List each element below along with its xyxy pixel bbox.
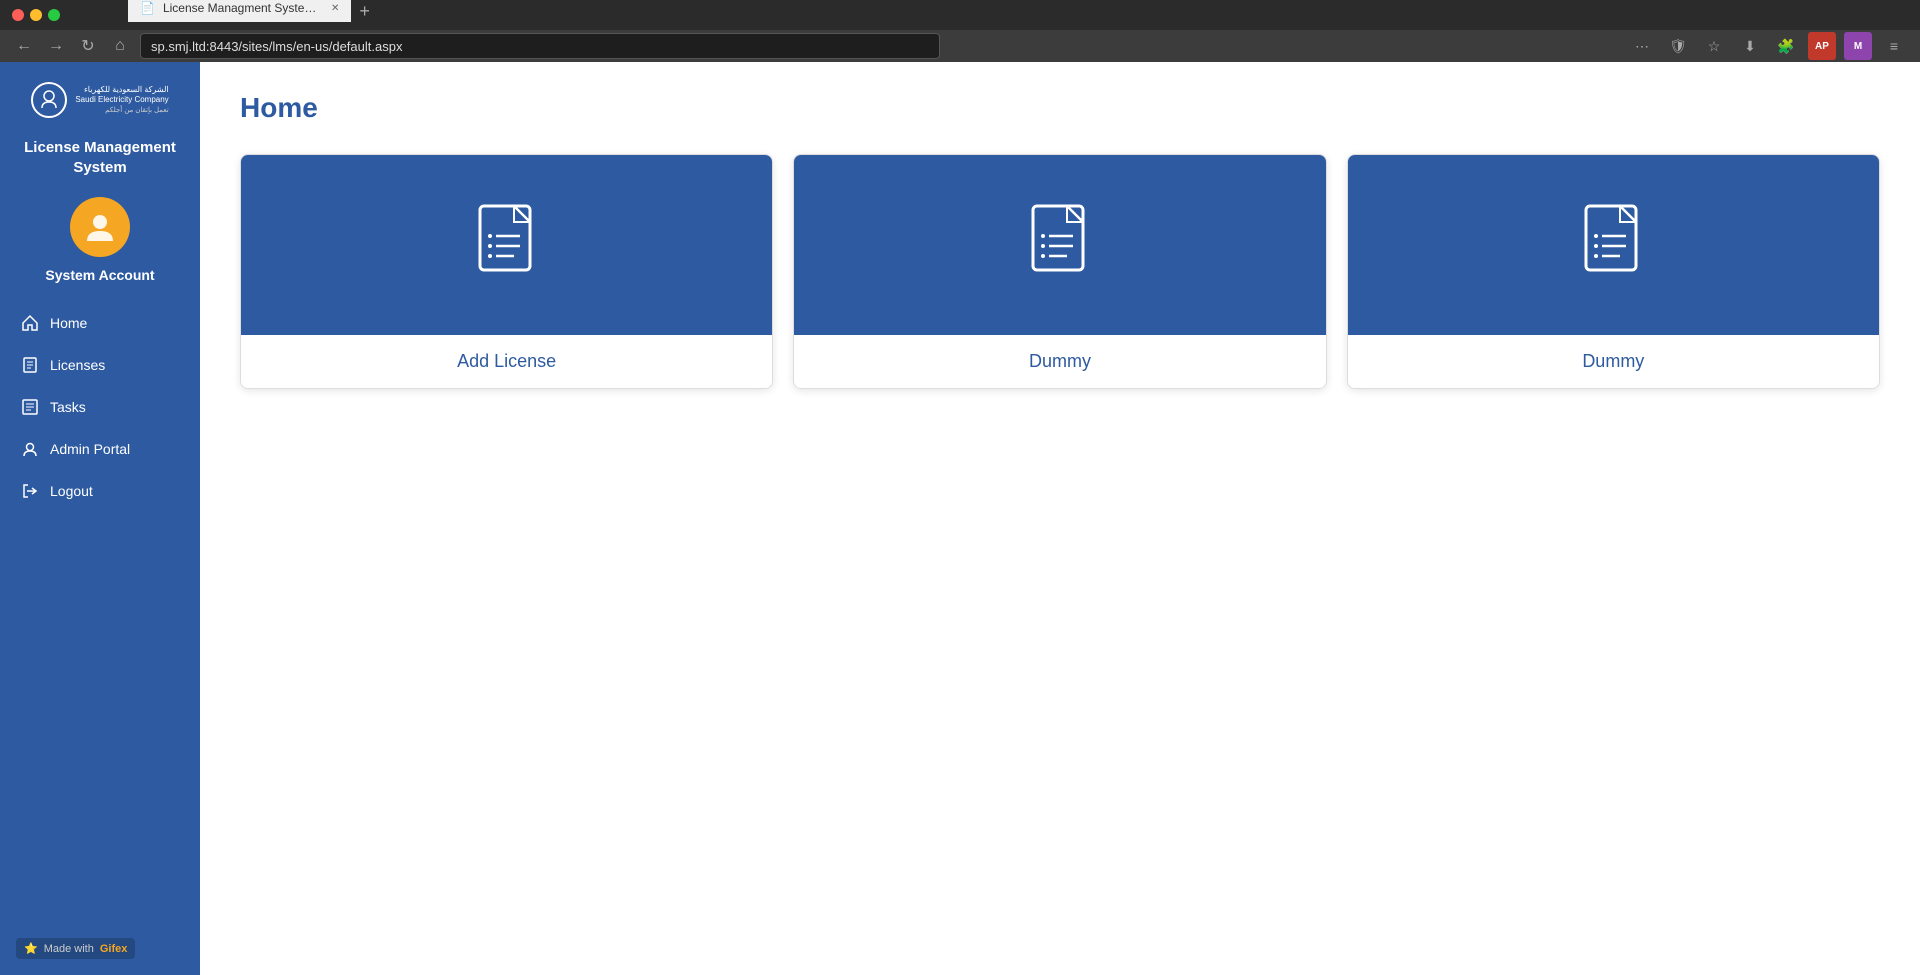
bookmarks-icon[interactable]: ⋯: [1628, 32, 1656, 60]
back-button[interactable]: ←: [12, 34, 36, 58]
card-label-dummy-1: Dummy: [794, 335, 1325, 388]
logo-circle: [31, 82, 67, 118]
home-icon: [20, 313, 40, 333]
main-content: Home: [200, 62, 1920, 975]
cards-grid: Add License: [240, 154, 1880, 389]
sidebar-nav: Home Licenses: [0, 303, 200, 511]
tasks-icon: [20, 397, 40, 417]
sidebar-item-admin[interactable]: Admin Portal: [0, 429, 200, 469]
card-dummy-2[interactable]: Dummy: [1347, 154, 1880, 389]
document-icon-dummy-2: [1568, 198, 1658, 293]
document-icon-add-license: [462, 198, 552, 293]
app-layout: الشركة السعودية للكهرباء Saudi Electrici…: [0, 62, 1920, 975]
reload-button[interactable]: ↻: [76, 34, 100, 58]
forward-button[interactable]: →: [44, 34, 68, 58]
profile-icon-ap[interactable]: AP: [1808, 32, 1836, 60]
star-icon[interactable]: ☆: [1700, 32, 1728, 60]
sidebar-item-tasks[interactable]: Tasks: [0, 387, 200, 427]
tab-favicon: 📄: [140, 1, 155, 15]
sidebar-logo: الشركة السعودية للكهرباء Saudi Electrici…: [15, 82, 184, 118]
sidebar: الشركة السعودية للكهرباء Saudi Electrici…: [0, 62, 200, 975]
card-dummy-1[interactable]: Dummy: [793, 154, 1326, 389]
sidebar-item-home[interactable]: Home: [0, 303, 200, 343]
home-nav-button[interactable]: ⌂: [108, 34, 132, 58]
sidebar-footer: ⭐ Made with Gifex: [16, 938, 135, 959]
logo-svg: [37, 88, 61, 112]
user-name: System Account: [45, 267, 154, 283]
card-add-license[interactable]: Add License: [240, 154, 773, 389]
admin-icon: [20, 439, 40, 459]
close-button[interactable]: [12, 9, 24, 21]
address-bar-row: ← → ↻ ⌂ ⋯ 🛡 ☆ ⬇ 🧩 AP M ≡: [0, 30, 1920, 62]
browser-actions: ⋯ 🛡 ☆ ⬇ 🧩 AP M ≡: [1628, 32, 1908, 60]
tab-title: License Managment System | Man...: [163, 1, 323, 15]
new-tab-button[interactable]: +: [351, 1, 378, 22]
browser-tab[interactable]: 📄 License Managment System | Man... ✕: [128, 0, 351, 22]
logout-icon: [20, 481, 40, 501]
made-with-icon: ⭐: [24, 942, 38, 955]
shield-icon[interactable]: 🛡: [1664, 32, 1692, 60]
traffic-lights: [12, 9, 60, 21]
logo-text: الشركة السعودية للكهرباء Saudi Electrici…: [75, 85, 168, 115]
menu-icon[interactable]: ≡: [1880, 32, 1908, 60]
document-icon-dummy-1: [1015, 198, 1105, 293]
sidebar-label-home: Home: [50, 315, 87, 331]
card-icon-area-add-license: [241, 155, 772, 335]
card-icon-area-dummy-2: [1348, 155, 1879, 335]
licenses-icon: [20, 355, 40, 375]
address-bar[interactable]: [140, 33, 940, 59]
download-icon[interactable]: ⬇: [1736, 32, 1764, 60]
extension-icon[interactable]: 🧩: [1772, 32, 1800, 60]
minimize-button[interactable]: [30, 9, 42, 21]
card-label-add-license: Add License: [241, 335, 772, 388]
title-bar: 📄 License Managment System | Man... ✕ +: [0, 0, 1920, 30]
profile-icon-m[interactable]: M: [1844, 32, 1872, 60]
page-title: Home: [240, 92, 1880, 124]
card-label-dummy-2: Dummy: [1348, 335, 1879, 388]
sidebar-label-tasks: Tasks: [50, 399, 86, 415]
made-with-text: Made with: [44, 943, 94, 955]
tab-close-icon[interactable]: ✕: [331, 3, 339, 14]
sidebar-label-admin: Admin Portal: [50, 441, 130, 457]
maximize-button[interactable]: [48, 9, 60, 21]
sidebar-label-licenses: Licenses: [50, 357, 105, 373]
card-icon-area-dummy-1: [794, 155, 1325, 335]
sidebar-item-logout[interactable]: Logout: [0, 471, 200, 511]
user-avatar: [70, 197, 130, 257]
sidebar-label-logout: Logout: [50, 483, 93, 499]
avatar-icon: [82, 209, 118, 245]
browser-chrome: 📄 License Managment System | Man... ✕ + …: [0, 0, 1920, 62]
sidebar-item-licenses[interactable]: Licenses: [0, 345, 200, 385]
sidebar-system-title: License Management System: [0, 138, 200, 177]
gifex-brand: Gifex: [100, 943, 128, 955]
